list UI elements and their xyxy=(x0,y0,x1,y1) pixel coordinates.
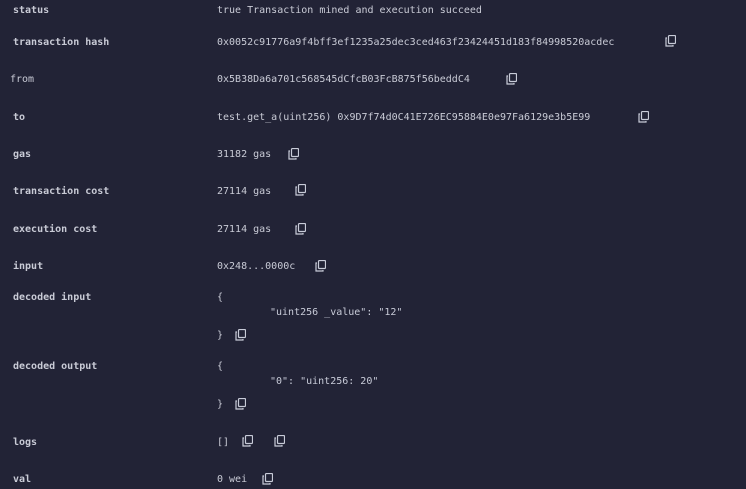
val-label: val xyxy=(13,474,32,485)
decoded-output-line: "0": "uint256: 20" xyxy=(270,376,379,387)
copy-icon[interactable] xyxy=(235,398,246,410)
copy-icon[interactable] xyxy=(295,184,306,196)
decoded-input-close-brace: } xyxy=(217,330,224,341)
status-value: true Transaction mined and execution suc… xyxy=(217,5,482,16)
status-label: status xyxy=(13,5,50,16)
copy-icon[interactable] xyxy=(295,223,306,235)
copy-icon[interactable] xyxy=(288,148,299,160)
from-label: from xyxy=(10,74,35,85)
to-label: to xyxy=(13,112,26,123)
copy-icon[interactable] xyxy=(665,35,676,47)
decoded-input-line: "uint256 _value": "12" xyxy=(270,307,403,318)
decoded-input-open-brace: { xyxy=(217,292,224,303)
decoded-output-open-brace: { xyxy=(217,361,224,372)
copy-icon[interactable] xyxy=(235,329,246,341)
to-value: test.get_a(uint256) 0x9D7f74d0C41E726EC9… xyxy=(217,112,591,123)
logs-label: logs xyxy=(13,437,38,448)
from-value: 0x5B38Da6a701c568545dCfcB03FcB875f56bedd… xyxy=(217,74,470,85)
logs-value: [] xyxy=(217,437,230,448)
input-label: input xyxy=(13,261,44,272)
gas-label: gas xyxy=(13,149,32,160)
decoded-input-label: decoded input xyxy=(13,292,92,303)
copy-icon[interactable] xyxy=(262,473,273,485)
transaction-cost-value: 27114 gas xyxy=(217,186,272,197)
input-value: 0x248...0000c xyxy=(217,261,296,272)
copy-icon[interactable] xyxy=(506,73,517,85)
copy-icon[interactable] xyxy=(242,435,253,447)
transaction-cost-label: transaction cost xyxy=(13,186,110,197)
execution-cost-value: 27114 gas xyxy=(217,224,272,235)
copy-icon[interactable] xyxy=(638,111,649,123)
transaction-hash-value: 0x0052c91776a9f4bff3ef1235a25dec3ced463f… xyxy=(217,37,615,48)
decoded-output-close-brace: } xyxy=(217,399,224,410)
copy-icon[interactable] xyxy=(315,260,326,272)
execution-cost-label: execution cost xyxy=(13,224,98,235)
decoded-output-label: decoded output xyxy=(13,361,98,372)
gas-value: 31182 gas xyxy=(217,149,272,160)
copy-icon[interactable] xyxy=(274,435,285,447)
transaction-hash-label: transaction hash xyxy=(13,37,110,48)
val-value: 0 wei xyxy=(217,474,248,485)
